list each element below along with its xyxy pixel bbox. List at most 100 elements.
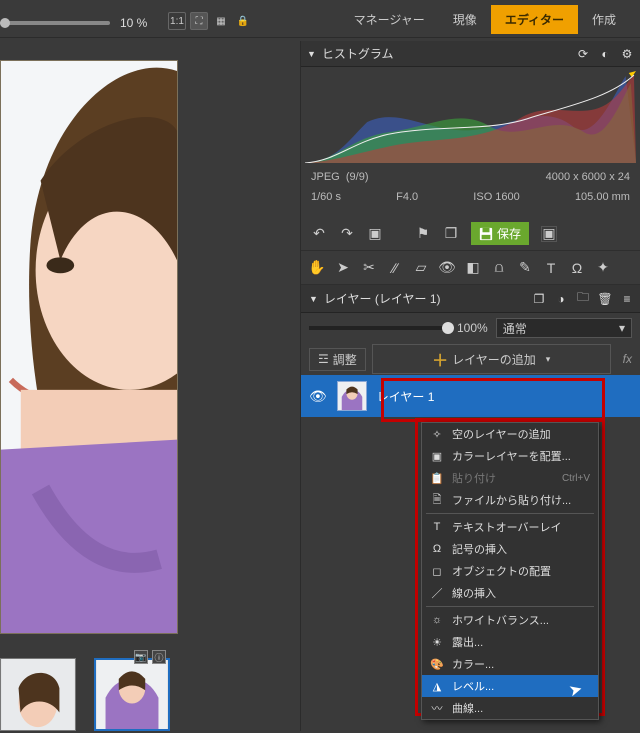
file-icon: 🗎 (430, 493, 444, 507)
fit-screen-icon[interactable]: ⛶ (190, 12, 208, 30)
tab-develop[interactable]: 現像 (439, 5, 491, 34)
layers-panel-header[interactable]: ▼ レイヤー (レイヤー 1) ❐ ◑ 🗀 🗑 ≡ (301, 285, 640, 313)
palette-icon: 🎨 (430, 657, 444, 671)
fx-label[interactable]: fx (623, 352, 632, 366)
menu-empty-layer[interactable]: ✧ 空のレイヤーの追加 (422, 423, 598, 445)
mask-icon[interactable]: ◑ (554, 292, 568, 306)
adjust-button[interactable]: ☲ 調整 (309, 348, 366, 371)
histogram-panel-header[interactable]: ▼ ヒストグラム ⟳ ◐ ⚙ (301, 41, 640, 67)
menu-color-layer[interactable]: ▣ カラーレイヤーを配置... (422, 445, 598, 467)
save-button[interactable]: 保存 (471, 222, 529, 245)
paste-shortcut: Ctrl+V (562, 473, 590, 484)
opacity-slider[interactable] (309, 326, 449, 330)
image-icon[interactable]: ▣ (367, 226, 383, 242)
add-layer-button[interactable]: ＋ レイヤーの追加 ▾ (372, 344, 611, 374)
visibility-eye-icon[interactable]: 👁 (309, 388, 327, 405)
histogram-title: ヒストグラム (322, 45, 394, 62)
thumbnail-item[interactable] (0, 658, 76, 731)
adjust-label: 調整 (333, 351, 357, 368)
collapse-icon: ▼ (307, 49, 316, 59)
trash-icon[interactable]: 🗑 (598, 292, 612, 306)
camera-icon: 📷 (134, 650, 148, 664)
menu-separator (426, 606, 594, 607)
tab-manager[interactable]: マネージャー (340, 5, 439, 34)
format-label: JPEG (311, 171, 340, 183)
menu-line-insert[interactable]: ／ 線の挿入 (422, 582, 598, 604)
histogram-graph (301, 67, 640, 167)
text-icon: T (430, 520, 444, 534)
omega-tool-icon[interactable]: Ω (569, 260, 585, 276)
mode-tabs: マネージャー 現像 エディター 作成 (340, 0, 630, 38)
copy-icon[interactable]: ❐ (443, 226, 459, 242)
layer-item[interactable]: 👁 レイヤー 1 (301, 375, 640, 417)
compare-icon[interactable]: ▣ (541, 226, 557, 242)
line-icon: ／ (430, 586, 444, 600)
sparkle-tool-icon[interactable]: ✦ (595, 260, 611, 276)
grid-icon[interactable]: ▦ (212, 12, 230, 30)
menu-object-place[interactable]: ◻ オブジェクトの配置 (422, 560, 598, 582)
blend-mode-select[interactable]: 通常 ▾ (496, 318, 632, 338)
crop-tool-icon[interactable]: ✂ (361, 260, 377, 276)
menu-text-overlay[interactable]: T テキストオーバーレイ (422, 516, 598, 538)
fit-1to1-icon[interactable]: 1:1 (168, 12, 186, 30)
info-icon[interactable]: ⓘ (152, 650, 166, 664)
channel-icon[interactable]: ◐ (598, 47, 612, 61)
hand-tool-icon[interactable]: ✋ (309, 260, 325, 276)
zoom-label: 10 % (120, 16, 147, 30)
menu-curves[interactable]: 〰 曲線... (422, 697, 598, 719)
menu-exposure[interactable]: ☀ 露出... (422, 631, 598, 653)
folder-icon[interactable]: 🗀 (576, 292, 590, 306)
focal-label: 105.00 mm (575, 191, 630, 203)
menu-levels[interactable]: ◮ レベル... (422, 675, 598, 697)
thumbnail-item-active[interactable]: 📷 ⓘ (94, 658, 170, 731)
text-tool-icon[interactable]: T (543, 260, 559, 276)
menu-white-balance[interactable]: ☼ ホワイトバランス... (422, 609, 598, 631)
thumbnail-strip: 📷 ⓘ (0, 658, 170, 731)
chevron-down-icon: ▾ (619, 321, 625, 335)
menu-paste-file[interactable]: 🗎 ファイルから貼り付け... (422, 489, 598, 511)
tab-editor[interactable]: エディター (491, 5, 578, 34)
redo-icon[interactable]: ↷ (339, 226, 355, 242)
add-layer-label: レイヤーの追加 (452, 351, 536, 368)
duplicate-layer-icon[interactable]: ❐ (532, 292, 546, 306)
menu-paste: 📋 貼り付け Ctrl+V (422, 467, 598, 489)
undo-icon[interactable]: ↶ (311, 226, 327, 242)
image-meta-row-2: 1/60 s F4.0 ISO 1600 105.00 mm (301, 187, 640, 207)
dimensions-label: 4000 x 6000 x 24 (546, 171, 630, 183)
refresh-icon[interactable]: ⟳ (576, 47, 590, 61)
lock-icon[interactable]: 🔒 (234, 12, 252, 30)
menu-color[interactable]: 🎨 カラー... (422, 653, 598, 675)
eye-tool-icon[interactable]: 👁 (439, 260, 455, 276)
perspective-tool-icon[interactable]: ▱ (413, 260, 429, 276)
levels-icon: ◮ (430, 679, 444, 693)
heal-tool-icon[interactable]: ✎ (517, 260, 533, 276)
menu-separator (426, 513, 594, 514)
opacity-value: 100% (457, 321, 488, 335)
layers-title: レイヤー (レイヤー 1) (324, 290, 441, 307)
pointer-tool-icon[interactable]: ➤ (335, 260, 351, 276)
image-canvas[interactable] (0, 60, 178, 634)
blend-mode-value: 通常 (503, 320, 527, 337)
aperture-label: F4.0 (396, 191, 418, 203)
tab-create[interactable]: 作成 (578, 5, 630, 34)
zoom-slider[interactable] (0, 21, 110, 25)
sliders-icon: ☲ (318, 352, 329, 366)
gear-icon[interactable]: ⚙ (620, 47, 634, 61)
curves-icon: 〰 (430, 701, 444, 715)
curves-tool-icon[interactable]: ⩍ (491, 260, 507, 276)
levels-tool-icon[interactable]: ◧ (465, 260, 481, 276)
swatch-icon: ▣ (430, 449, 444, 463)
top-toolbar: 10 % 1:1 ⛶ ▦ 🔒 マネージャー 現像 エディター 作成 (0, 0, 640, 38)
layer-thumbnail (337, 381, 367, 411)
sun-icon: ☼ (430, 613, 444, 627)
clipboard-icon: 📋 (430, 471, 444, 485)
collapse-icon: ▼ (309, 294, 318, 304)
opacity-row: 100% 通常 ▾ (301, 313, 640, 343)
flag-icon[interactable]: ⚑ (415, 226, 431, 242)
straighten-tool-icon[interactable]: ∕∕ (387, 260, 403, 276)
menu-icon[interactable]: ≡ (620, 292, 634, 306)
menu-symbol-insert[interactable]: Ω 記号の挿入 (422, 538, 598, 560)
image-meta-row-1: JPEG (9/9) 4000 x 6000 x 24 (301, 167, 640, 187)
index-label: (9/9) (346, 171, 369, 183)
iso-label: ISO 1600 (473, 191, 519, 203)
